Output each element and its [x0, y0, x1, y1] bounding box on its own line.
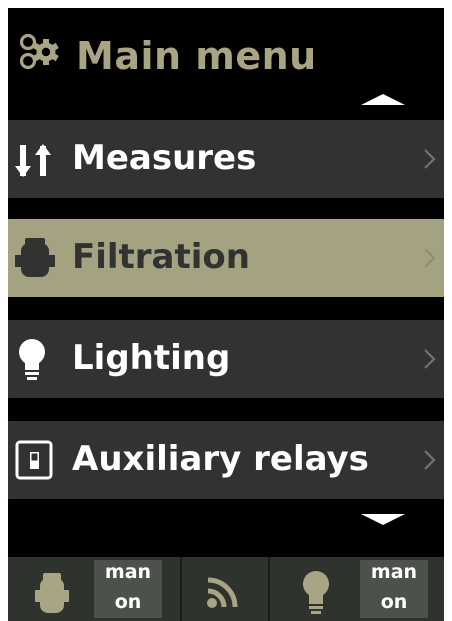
chevron-right-icon: [424, 248, 436, 268]
lighting-mode: man: [370, 561, 418, 583]
menu-item-filtration[interactable]: Filtration: [8, 219, 444, 297]
pump-icon: [35, 573, 69, 613]
page-title: Main menu: [76, 34, 317, 78]
lighting-status[interactable]: man on: [270, 557, 444, 621]
device-screen: Main menu Measures Filtration Lighting A…: [8, 8, 444, 621]
wifi-signal-icon: [207, 577, 238, 608]
pump-icon: [15, 238, 55, 277]
chevron-right-icon: [424, 450, 436, 470]
light-bulb-icon: [19, 339, 45, 380]
menu-item-lighting[interactable]: Lighting: [8, 320, 444, 398]
menu-item-label: Filtration: [72, 237, 250, 277]
filtration-state: on: [114, 591, 142, 613]
header: Main menu: [8, 8, 444, 108]
filtration-status[interactable]: man on: [8, 557, 180, 621]
menu-item-label: Lighting: [72, 338, 231, 378]
scroll-down-arrow[interactable]: [361, 514, 405, 525]
connection-status: [182, 557, 268, 621]
chevron-right-icon: [424, 349, 436, 369]
menu-item-label: Auxiliary relays: [72, 439, 369, 479]
settings-gear-icon: [19, 33, 59, 70]
relay-switch-icon: [15, 440, 53, 480]
scroll-up-arrow[interactable]: [361, 94, 405, 105]
status-bar: man on man on: [8, 557, 444, 621]
light-bulb-icon: [303, 571, 329, 614]
filtration-mode: man: [104, 561, 152, 583]
menu-item-auxiliary-relays[interactable]: Auxiliary relays: [8, 421, 444, 499]
lighting-state: on: [380, 591, 408, 613]
chevron-right-icon: [424, 149, 436, 169]
menu-item-measures[interactable]: Measures: [8, 120, 444, 198]
up-down-arrows-icon: [15, 144, 51, 177]
menu-item-label: Measures: [72, 138, 257, 178]
